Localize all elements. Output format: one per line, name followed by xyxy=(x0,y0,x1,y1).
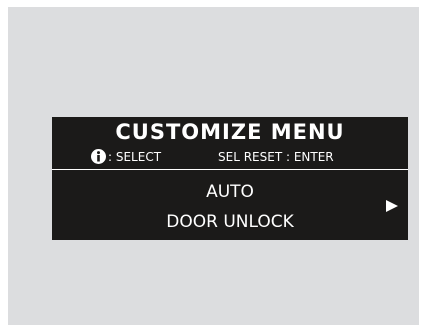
menu-option-line-1: AUTO xyxy=(206,182,254,202)
reset-enter-hint: SEL RESET : ENTER xyxy=(218,150,334,164)
divider xyxy=(52,169,408,170)
instruction-row: : SELECT SEL RESET : ENTER xyxy=(52,148,408,166)
menu-title: CUSTOMIZE MENU xyxy=(115,120,345,144)
customize-menu-display: CUSTOMIZE MENU : SELECT SEL RESET : ENTE… xyxy=(52,117,408,240)
info-icon xyxy=(91,149,106,164)
select-hint-label: : SELECT xyxy=(108,150,162,164)
menu-option-line-2: DOOR UNLOCK xyxy=(166,212,294,232)
right-arrow-icon xyxy=(386,200,398,212)
background-panel: CUSTOMIZE MENU : SELECT SEL RESET : ENTE… xyxy=(8,7,419,325)
